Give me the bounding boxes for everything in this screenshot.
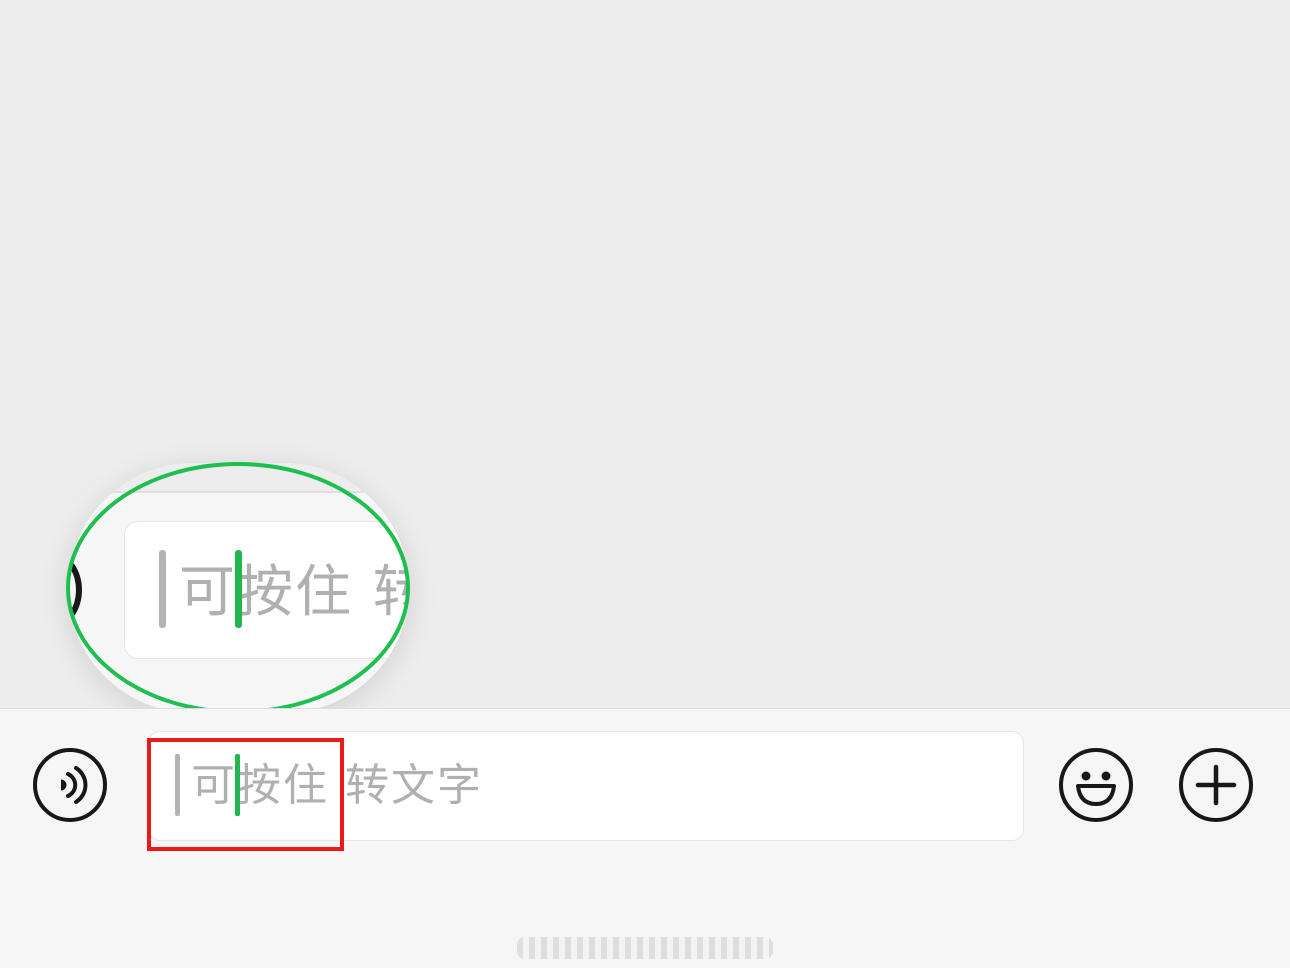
voice-mode-button[interactable]: [33, 748, 107, 822]
text-magnifier-loupe: 可按住 转: [68, 463, 409, 713]
more-options-button[interactable]: [1179, 748, 1253, 822]
loupe-text: 可按住 转: [179, 560, 409, 625]
loupe-divider: [68, 491, 409, 493]
emoji-button[interactable]: [1059, 748, 1133, 822]
loupe-active-caret: [235, 550, 242, 628]
loupe-chat-area-slice: [68, 463, 409, 492]
voice-mode-icon: [60, 766, 88, 804]
plus-icon: [1195, 764, 1237, 806]
loupe-text-field: 可按住 转: [124, 521, 409, 659]
red-annotation-box: [147, 738, 344, 851]
message-input-bar: 可按住 转文字: [0, 708, 1290, 968]
chat-screen: 可按住 转 可按住 转文字: [0, 0, 1290, 968]
home-indicator[interactable]: [517, 937, 773, 959]
loupe-inactive-caret: [159, 550, 166, 628]
loupe-voice-icon-edge: [68, 553, 82, 627]
smiley-face-icon: [1076, 771, 1116, 806]
